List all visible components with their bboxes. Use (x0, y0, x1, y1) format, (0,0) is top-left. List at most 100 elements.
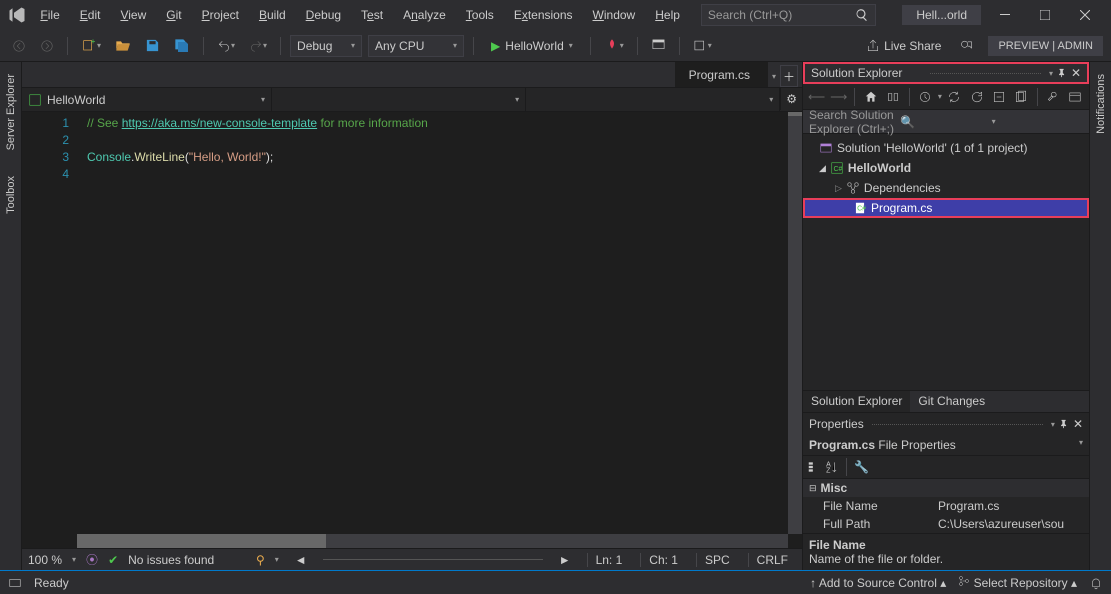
nav-fwd-button[interactable] (36, 35, 58, 57)
tab-dropdown-button[interactable]: ▾ (768, 65, 780, 87)
csharp-project-icon: C# (830, 161, 844, 175)
add-source-control-button[interactable]: ↑ Add to Source Control ▴ (810, 576, 946, 590)
redo-button[interactable]: ▾ (245, 35, 271, 57)
prop-row-filename[interactable]: File NameProgram.cs (803, 497, 1089, 515)
col-indicator[interactable]: Ch: 1 (640, 553, 686, 567)
switch-views-icon[interactable] (884, 87, 903, 107)
platform-combo[interactable]: Any CPU▾ (368, 35, 464, 57)
notifications-tab[interactable]: Notifications (1093, 70, 1109, 138)
back-icon[interactable]: ⟵ (807, 87, 826, 107)
editor-tab-program[interactable]: Program.cs (675, 62, 768, 87)
menu-edit[interactable]: Edit (71, 4, 110, 26)
menu-build[interactable]: Build (250, 4, 295, 26)
tab-add-button[interactable]: ＋ (780, 65, 798, 87)
solution-explorer-header[interactable]: Solution Explorer ▾ ✕ (803, 62, 1089, 84)
menu-debug[interactable]: Debug (297, 4, 350, 26)
menu-window[interactable]: Window (584, 4, 645, 26)
toolbox-tab[interactable]: Toolbox (3, 172, 19, 218)
alphabetical-icon[interactable]: AZ (825, 460, 839, 474)
title-bar: File Edit View Git Project Build Debug T… (0, 0, 1111, 30)
new-item-button[interactable]: ▾ (77, 35, 105, 57)
pin-icon[interactable] (1059, 419, 1069, 429)
home-icon[interactable] (861, 87, 880, 107)
menu-help[interactable]: Help (646, 4, 689, 26)
code-editor[interactable]: 1 2 3 4 // See https://aka.ms/new-consol… (22, 112, 802, 548)
maximize-button[interactable] (1025, 1, 1065, 29)
tree-project-node[interactable]: ◢ C# HelloWorld (803, 158, 1089, 178)
notifications-bell-icon[interactable] (1089, 576, 1103, 590)
window-title: Hell...orld (902, 5, 981, 25)
config-combo[interactable]: Debug▾ (290, 35, 362, 57)
menu-analyze[interactable]: Analyze (394, 4, 455, 26)
properties-header[interactable]: Properties ▾ ✕ (803, 413, 1089, 435)
nav-settings-button[interactable]: ⚙ (780, 88, 802, 110)
nav-scope-combo[interactable]: HelloWorld ▾ (22, 88, 272, 111)
properties-panel: Properties ▾ ✕ Program.cs File Propertie… (803, 412, 1089, 570)
live-share-button[interactable]: Live Share (862, 35, 945, 57)
code-content[interactable]: // See https://aka.ms/new-console-templa… (77, 112, 802, 548)
pending-icon[interactable] (916, 87, 935, 107)
collapse-icon[interactable] (989, 87, 1008, 107)
properties-category-misc[interactable]: ⊟Misc (803, 479, 1089, 497)
tb-extra1-button[interactable] (647, 35, 670, 57)
pin-icon[interactable] (1057, 68, 1067, 78)
output-icon[interactable] (8, 576, 22, 590)
menu-tools[interactable]: Tools (457, 4, 503, 26)
nav-back-button[interactable] (8, 35, 30, 57)
panel-menu-icon[interactable]: ▾ (1049, 69, 1053, 78)
vertical-scrollbar[interactable] (788, 112, 802, 534)
minimize-button[interactable] (985, 1, 1025, 29)
tab-solution-explorer[interactable]: Solution Explorer (803, 391, 910, 412)
sync-icon[interactable] (945, 87, 964, 107)
tb-extra2-button[interactable]: ▾ (689, 35, 716, 57)
save-button[interactable] (141, 35, 164, 57)
tree-dependencies-node[interactable]: ▷ Dependencies (803, 178, 1089, 198)
right-rail: Notifications (1089, 62, 1111, 570)
zoom-level[interactable]: 100 % (28, 553, 62, 567)
menu-git[interactable]: Git (157, 4, 190, 26)
tab-git-changes[interactable]: Git Changes (910, 391, 993, 412)
expander-closed-icon[interactable]: ▷ (835, 183, 842, 194)
close-button[interactable] (1065, 1, 1105, 29)
menu-extensions[interactable]: Extensions (505, 4, 582, 26)
open-button[interactable] (111, 35, 135, 57)
undo-button[interactable]: ▾ (213, 35, 239, 57)
indent-indicator[interactable]: SPC (696, 553, 738, 567)
refresh-icon[interactable] (967, 87, 986, 107)
search-input[interactable]: Search (Ctrl+Q) (701, 4, 876, 26)
tree-file-program[interactable]: C# Program.cs (803, 198, 1089, 218)
fwd-icon[interactable]: ⟶ (829, 87, 848, 107)
solution-search-input[interactable]: Search Solution Explorer (Ctrl+;) 🔍▾ (803, 110, 1089, 134)
close-icon[interactable]: ✕ (1073, 417, 1083, 431)
properties-subject[interactable]: Program.cs File Properties ▾ (803, 435, 1089, 455)
menu-file[interactable]: File (31, 4, 68, 26)
select-repo-button[interactable]: Select Repository ▴ (958, 575, 1077, 590)
categorize-icon[interactable] (807, 460, 821, 474)
properties-icon[interactable] (1044, 87, 1063, 107)
save-all-button[interactable] (170, 35, 194, 57)
start-debug-button[interactable]: ▶ HelloWorld ▾ (483, 35, 581, 57)
error-indicator-icon[interactable]: ⦿ (86, 551, 98, 568)
expander-open-icon[interactable]: ◢ (819, 163, 826, 174)
server-explorer-tab[interactable]: Server Explorer (3, 70, 19, 154)
wrench-icon[interactable]: 🔧 (854, 460, 869, 474)
prop-row-fullpath[interactable]: Full PathC:\Users\azureuser\sou (803, 515, 1089, 533)
menu-project[interactable]: Project (193, 4, 248, 26)
menu-view[interactable]: View (111, 4, 155, 26)
csharp-project-icon (28, 93, 42, 107)
line-indicator[interactable]: Ln: 1 (587, 553, 631, 567)
tree-solution-node[interactable]: Solution 'HelloWorld' (1 of 1 project) (803, 138, 1089, 158)
show-all-icon[interactable] (1011, 87, 1030, 107)
eol-indicator[interactable]: CRLF (748, 553, 796, 567)
nav-member-combo[interactable]: ▾ (526, 88, 780, 111)
menu-test[interactable]: Test (352, 4, 392, 26)
horizontal-scrollbar[interactable] (77, 534, 788, 548)
preview-icon[interactable] (1066, 87, 1085, 107)
feedback-button[interactable] (955, 35, 978, 57)
screwdriver-icon[interactable]: ⚲ (256, 553, 265, 567)
nav-type-combo[interactable]: ▾ (272, 88, 526, 111)
close-icon[interactable]: ✕ (1071, 66, 1081, 80)
issues-text[interactable]: No issues found (128, 553, 214, 567)
search-icon (855, 8, 869, 22)
hot-reload-button[interactable]: ▾ (600, 35, 628, 57)
